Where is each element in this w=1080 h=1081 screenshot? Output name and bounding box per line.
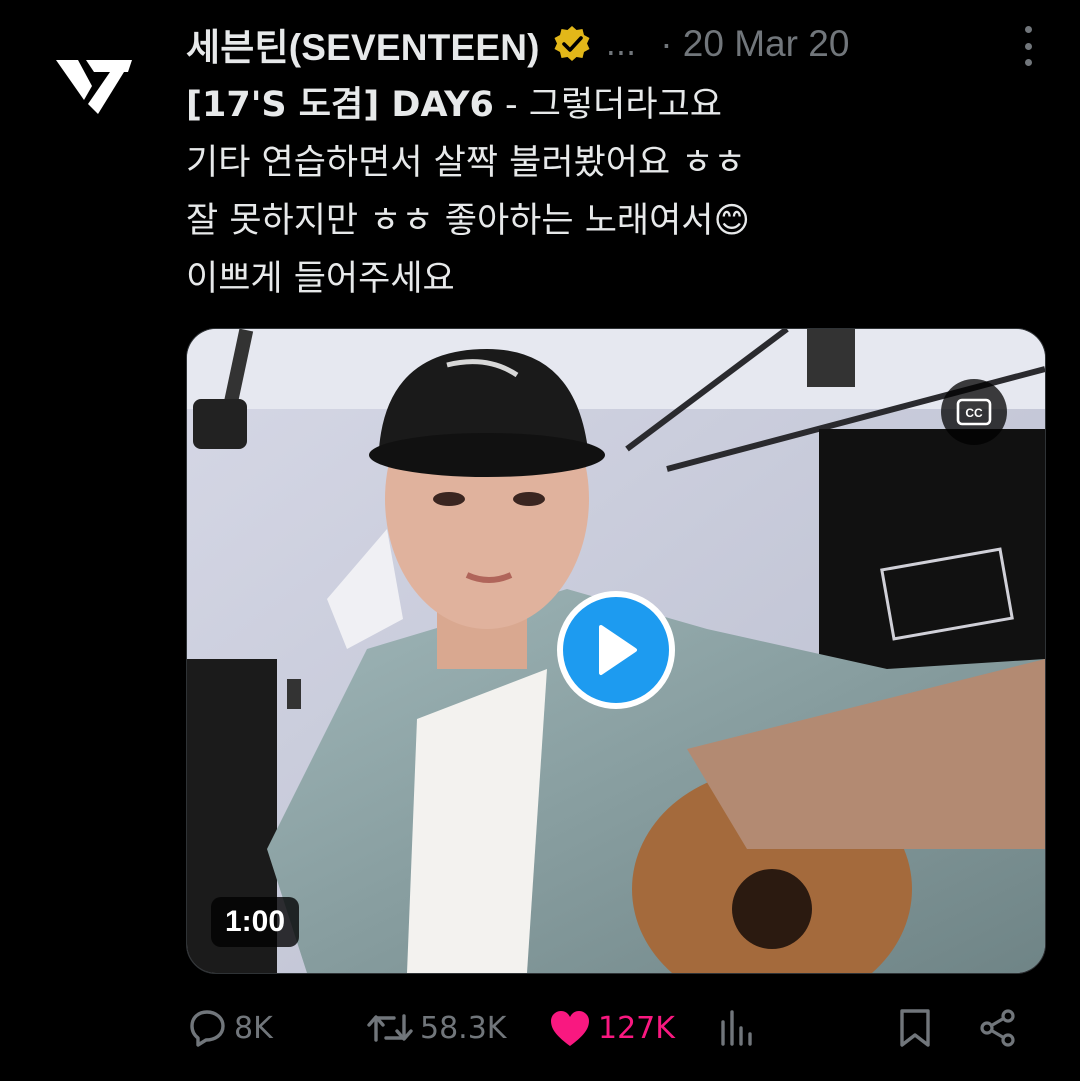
- cc-label: CC: [965, 406, 983, 420]
- seventeen-logo-icon: [56, 60, 132, 114]
- tweet-header: 세븐틴(SEVENTEEN) ... · 20 Mar 20: [186, 16, 1060, 72]
- play-icon: [599, 625, 637, 675]
- author-name[interactable]: 세븐틴(SEVENTEEN): [186, 17, 540, 71]
- retweet-count: 58.3K: [420, 1010, 507, 1046]
- cc-button[interactable]: CC: [941, 379, 1007, 445]
- reply-button[interactable]: 8K: [186, 1000, 273, 1056]
- more-icon[interactable]: [1016, 26, 1040, 66]
- video-player[interactable]: CC 1:00: [186, 328, 1046, 974]
- tweet-text: [17'S 도겸] DAY6 - 그렇더라고요 기타 연습하면서 살짝 불러봤어…: [186, 76, 1046, 308]
- views-icon: [721, 1010, 752, 1046]
- tweet-title: [17'S 도겸] DAY6: [186, 85, 494, 125]
- share-icon: [980, 1009, 1015, 1047]
- bookmark-button[interactable]: [898, 1000, 932, 1056]
- share-button[interactable]: [978, 1000, 1018, 1056]
- retweet-button[interactable]: 58.3K: [366, 1000, 506, 1056]
- tweet-title-rest: - 그렇더라고요: [493, 85, 722, 125]
- video-duration: 1:00: [211, 897, 300, 947]
- reply-count: 8K: [234, 1010, 273, 1046]
- tweet-line-2: 기타 연습하면서 살짝 불러봤어요 ㅎㅎ: [186, 143, 746, 183]
- verified-badge-icon: [554, 26, 590, 61]
- tweet-line-1: [17'S 도겸] DAY6 - 그렇더라고요: [186, 76, 1046, 134]
- tweet-date[interactable]: · 20 Mar 20: [660, 23, 849, 65]
- author-handle[interactable]: ...: [606, 25, 637, 63]
- retweet-icon: [367, 1014, 413, 1042]
- tweet-line-3: 잘 못하지만 ㅎㅎ 좋아하는 노래여서😊: [186, 201, 750, 241]
- views-button[interactable]: [718, 1000, 754, 1056]
- reply-icon: [190, 1010, 225, 1047]
- play-button[interactable]: [557, 591, 675, 709]
- avatar[interactable]: [40, 30, 144, 134]
- like-count: 127K: [598, 1010, 675, 1046]
- cc-icon: CC: [956, 398, 992, 426]
- tweet-line-4: 이쁘게 들어주세요: [186, 259, 455, 299]
- tweet-actions: 8K 58.3K 127K: [186, 1000, 1046, 1056]
- like-icon: [551, 1011, 589, 1046]
- like-button[interactable]: 127K: [548, 1000, 675, 1056]
- bookmark-icon: [900, 1009, 930, 1047]
